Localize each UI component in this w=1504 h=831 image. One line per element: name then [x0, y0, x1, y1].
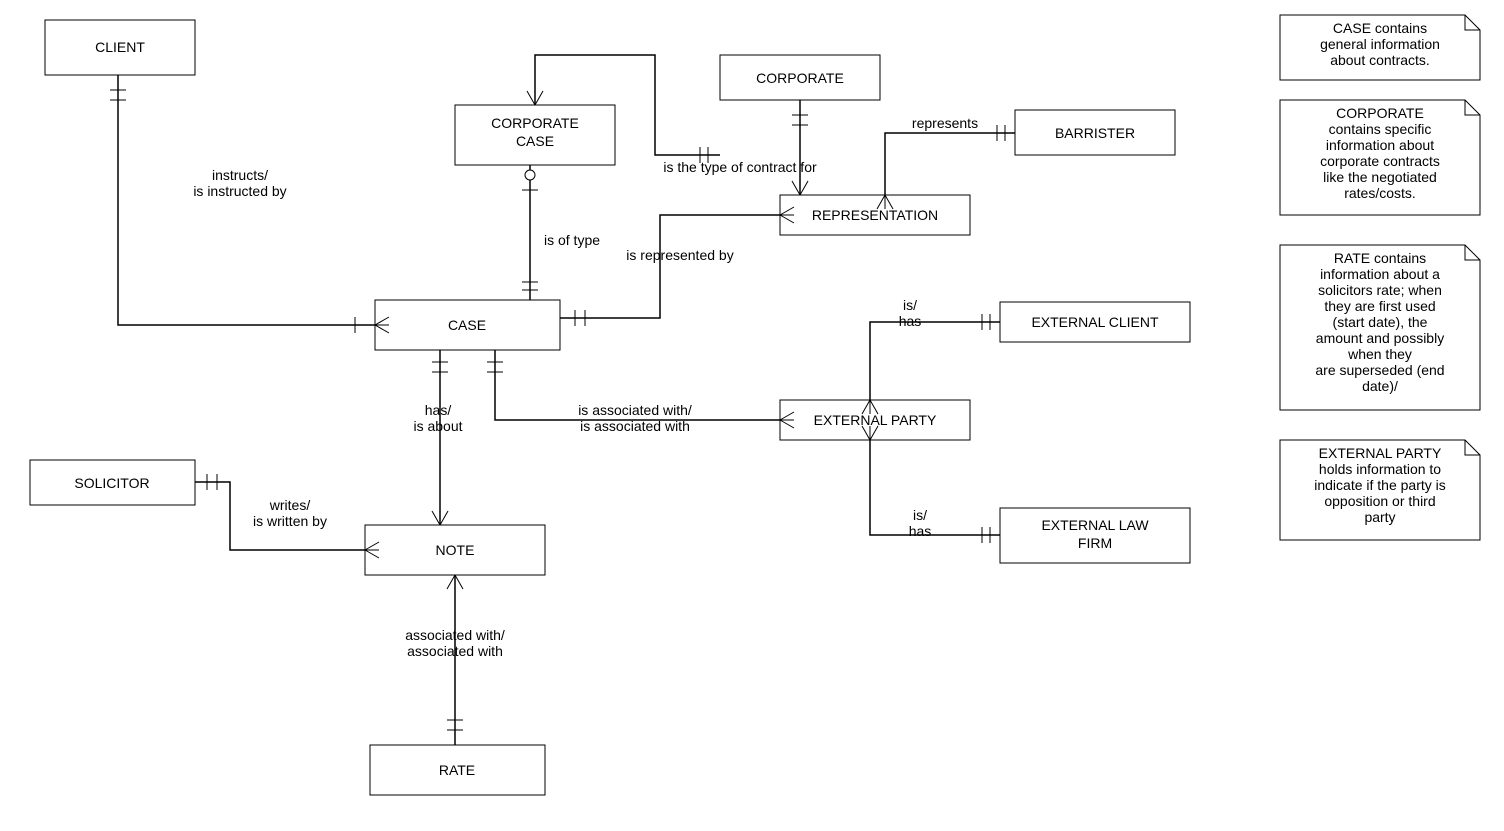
- note-corporate: CORPORATEcontains specificinformation ab…: [1280, 100, 1480, 215]
- entity-external-client-label: EXTERNAL CLIENT: [1031, 314, 1159, 330]
- rel-extparty-extlawfirm-label: is/has: [909, 507, 932, 539]
- rel-note-rate-label: associated with/associated with: [405, 627, 505, 659]
- note-rate: RATE containsinformation about asolicito…: [1280, 245, 1480, 410]
- rel-case-note-label: has/is about: [413, 402, 462, 434]
- rel-corpcase-case-label: is of type: [544, 232, 600, 248]
- rel-extparty-extclient: is/has: [862, 297, 1000, 414]
- entity-corporate-label: CORPORATE: [756, 70, 844, 86]
- entity-representation-label: REPRESENTATION: [812, 207, 938, 223]
- entity-client-label: CLIENT: [95, 39, 145, 55]
- rel-extparty-extlawfirm: is/has: [862, 426, 1000, 543]
- entity-case-label: CASE: [448, 317, 486, 333]
- rel-solicitor-note: writes/is written by: [195, 474, 379, 558]
- rel-case-representation: is represented by: [560, 207, 794, 326]
- rel-case-externalparty-label: is associated with/is associated with: [578, 402, 692, 434]
- rel-representation-barrister-label: represents: [912, 115, 978, 131]
- rel-case-representation-label: is represented by: [626, 247, 733, 263]
- rel-case-note: has/is about: [413, 350, 462, 525]
- rel-corpcase-corporate-label: is the type of contract for: [663, 159, 817, 175]
- rel-corporate-representation: [792, 100, 808, 195]
- rel-extparty-extclient-label: is/has: [899, 297, 922, 329]
- rel-client-case-label: instructs/is instructed by: [193, 167, 286, 199]
- entity-note-label: NOTE: [436, 542, 475, 558]
- note-external-party: EXTERNAL PARTYholds information toindica…: [1280, 440, 1480, 540]
- note-case: CASE containsgeneral informationabout co…: [1280, 15, 1480, 80]
- rel-solicitor-note-label: writes/is written by: [253, 497, 327, 529]
- entity-rate-label: RATE: [439, 762, 475, 778]
- entity-barrister-label: BARRISTER: [1055, 125, 1135, 141]
- rel-note-rate: associated with/associated with: [405, 575, 505, 745]
- entity-external-party-label: EXTERNAL PARTY: [814, 412, 937, 428]
- rel-case-externalparty: is associated with/is associated with: [487, 350, 794, 434]
- rel-client-case: instructs/is instructed by: [110, 75, 389, 333]
- svg-text:RATE containsinformation about: RATE containsinformation about asolicito…: [1315, 250, 1444, 394]
- rel-corpcase-case: is of type: [522, 165, 600, 300]
- entity-solicitor-label: SOLICITOR: [74, 475, 149, 491]
- svg-text:CASE containsgeneral informati: CASE containsgeneral informationabout co…: [1320, 20, 1440, 68]
